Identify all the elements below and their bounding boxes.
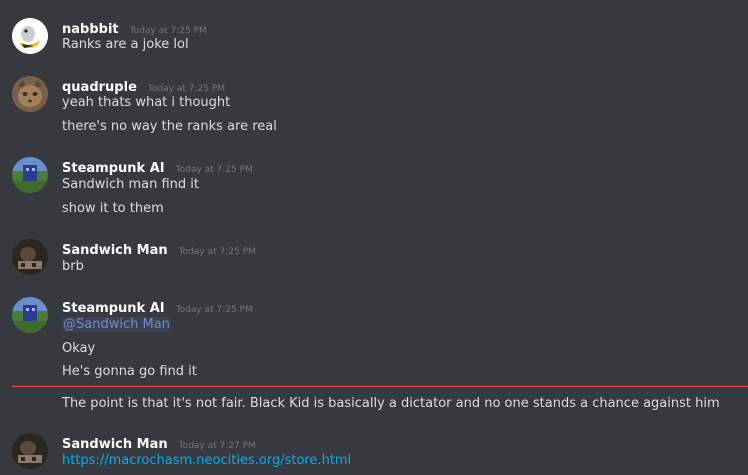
message-text: He's gonna go find it — [62, 364, 197, 379]
new-messages-divider — [12, 386, 748, 387]
avatar[interactable] — [12, 297, 48, 333]
message-text: show it to them — [62, 201, 164, 216]
dark-avatar-icon — [12, 239, 48, 275]
timestamp: Today at 7:25 PM — [129, 26, 207, 36]
message-text: yeah thats what i thought — [62, 95, 231, 110]
message-text: brb — [62, 259, 84, 274]
message-header: nabbbit Today at 7:25 PM — [62, 18, 207, 37]
timestamp: Today at 7:25 PM — [175, 305, 253, 315]
message-header: Steampunk AI Today at 7:25 PM — [62, 157, 253, 176]
store-link[interactable]: https://macrochasm.neocities.org/store.h… — [62, 453, 351, 468]
avatar[interactable] — [12, 18, 48, 54]
message-text: Okay — [62, 341, 96, 356]
avatar[interactable] — [12, 76, 48, 112]
message-header: quadruple Today at 7:25 PM — [62, 76, 225, 95]
timestamp: Today at 7:25 PM — [147, 84, 226, 94]
message-text: Ranks are a joke lol — [62, 37, 189, 52]
username[interactable]: Steampunk AI — [62, 161, 165, 176]
dark-avatar-icon — [12, 433, 48, 469]
timestamp: Today at 7:27 PM — [178, 441, 256, 451]
message-header: Steampunk AI Today at 7:25 PM — [62, 297, 253, 316]
username[interactable]: nabbbit — [62, 22, 119, 37]
avatar[interactable] — [12, 433, 48, 469]
username[interactable]: Sandwich Man — [62, 437, 168, 452]
timestamp: Today at 7:25 PM — [175, 165, 253, 175]
avatar[interactable] — [12, 239, 48, 275]
message-text: there's no way the ranks are real — [62, 119, 277, 134]
message-text: The point is that it's not fair. Black K… — [62, 396, 720, 411]
bird-avatar-icon — [12, 18, 48, 54]
username[interactable]: Sandwich Man — [62, 243, 168, 258]
timestamp: Today at 7:25 PM — [178, 247, 256, 257]
username[interactable]: Steampunk AI — [62, 301, 165, 316]
cat-avatar-icon — [12, 76, 48, 112]
message-header: Sandwich Man Today at 7:27 PM — [62, 433, 256, 452]
user-mention[interactable]: @Sandwich Man — [62, 317, 171, 332]
message-header: Sandwich Man Today at 7:25 PM — [62, 239, 256, 258]
avatar[interactable] — [12, 157, 48, 193]
username[interactable]: quadruple — [62, 80, 137, 95]
message-text: Sandwich man find it — [62, 177, 199, 192]
pixel-avatar-icon — [12, 297, 48, 333]
pixel-avatar-icon — [12, 157, 48, 193]
